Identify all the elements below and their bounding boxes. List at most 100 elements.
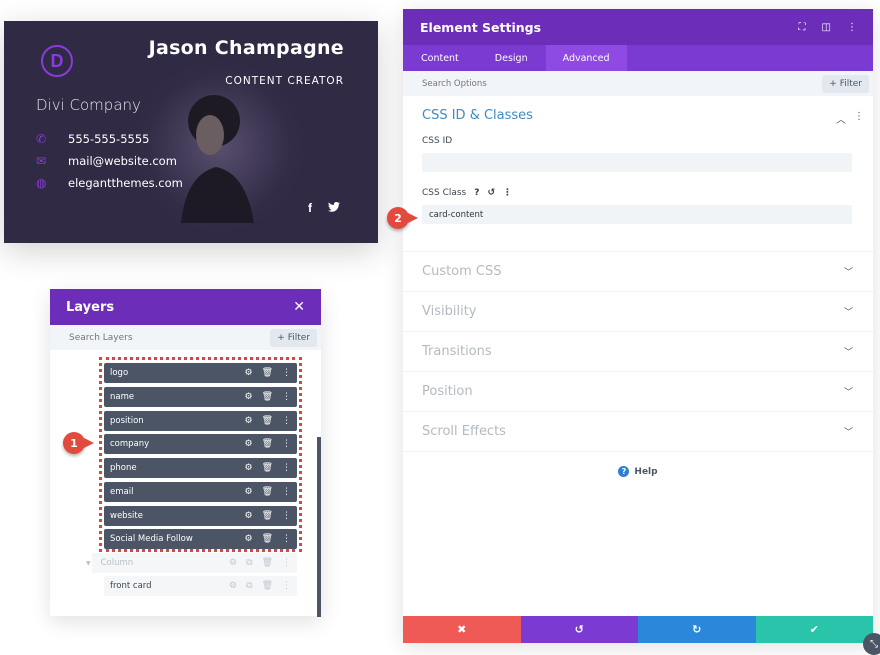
- resize-handle-icon[interactable]: ⤡: [863, 633, 880, 655]
- tab-design[interactable]: Design: [477, 45, 546, 71]
- twitter-icon[interactable]: [328, 201, 340, 215]
- trash-icon[interactable]: 🗑: [262, 416, 273, 426]
- tab-advanced[interactable]: Advanced: [545, 45, 627, 71]
- trash-icon[interactable]: 🗑: [262, 463, 273, 473]
- close-icon[interactable]: ✕: [293, 299, 305, 315]
- layers-title: Layers: [66, 299, 115, 315]
- fullscreen-icon[interactable]: ⛶: [799, 22, 806, 33]
- search-layers-input[interactable]: [69, 332, 229, 343]
- gear-icon[interactable]: ⚙: [244, 463, 252, 473]
- business-card-preview: D Jason Champagne CONTENT CREATOR Divi C…: [4, 21, 378, 243]
- layer-item-logo[interactable]: logo ⚙ 🗑 ⋮: [104, 363, 297, 383]
- layer-item-website[interactable]: website ⚙ 🗑 ⋮: [104, 506, 297, 526]
- layers-panel: Layers ✕ + Filter logo⚙🗑⋮ name⚙🗑⋮ positi…: [50, 289, 321, 617]
- css-id-label: CSS ID: [422, 136, 453, 146]
- profile-photo: [181, 95, 254, 223]
- caret-down-icon[interactable]: ▼: [86, 560, 91, 567]
- gear-icon[interactable]: ⚙: [244, 416, 252, 426]
- social-icons: f: [308, 201, 340, 215]
- divi-logo: D: [41, 45, 73, 77]
- layer-item-column[interactable]: ▼ Column ⚙ ⧉ 🗑 ⋮: [86, 553, 297, 573]
- settings-filter-button[interactable]: + Filter: [822, 74, 869, 93]
- more-icon[interactable]: ⋮: [282, 581, 291, 591]
- globe-icon: ◍: [36, 176, 47, 190]
- help-icon[interactable]: ?: [474, 188, 479, 198]
- more-icon[interactable]: ⋮: [282, 392, 291, 402]
- trash-icon[interactable]: 🗑: [262, 368, 273, 378]
- gear-icon[interactable]: ⚙: [244, 487, 252, 497]
- css-class-label: CSS Class ? ↺ ⋮: [422, 188, 513, 198]
- phone-icon: ✆: [36, 132, 47, 146]
- element-settings-panel: Element Settings ⛶ ◫ ⋮ Content Design Ad…: [403, 9, 873, 643]
- layer-item-social-media-follow[interactable]: Social Media Follow ⚙ 🗑 ⋮: [104, 529, 297, 549]
- gear-icon[interactable]: ⚙: [244, 439, 252, 449]
- layer-item-company[interactable]: company ⚙ 🗑 ⋮: [104, 434, 297, 454]
- help-link[interactable]: ? Help: [403, 466, 873, 477]
- section-custom-css[interactable]: Custom CSS ﹀: [403, 252, 873, 292]
- card-name: Jason Champagne: [148, 37, 344, 59]
- duplicate-icon[interactable]: ⧉: [246, 558, 252, 568]
- chevron-down-icon: ﹀: [843, 428, 853, 438]
- layer-item-position[interactable]: position ⚙ 🗑 ⋮: [104, 411, 297, 431]
- settings-footer: ✖ ↺ ↻ ✔: [403, 616, 873, 643]
- redo-button[interactable]: ↻: [638, 616, 756, 643]
- more-icon[interactable]: ⋮: [503, 188, 512, 198]
- layers-scrollbar[interactable]: [317, 437, 321, 617]
- chevron-down-icon: ﹀: [843, 308, 853, 318]
- section-scroll-effects[interactable]: Scroll Effects ﹀: [403, 412, 873, 452]
- settings-header: Element Settings ⛶ ◫ ⋮: [403, 9, 873, 45]
- gear-icon[interactable]: ⚙: [244, 534, 252, 544]
- trash-icon[interactable]: 🗑: [262, 534, 273, 544]
- trash-icon[interactable]: 🗑: [262, 581, 273, 591]
- section-transitions[interactable]: Transitions ﹀: [403, 332, 873, 372]
- more-icon[interactable]: ⋮: [282, 511, 291, 521]
- chevron-down-icon: ﹀: [843, 348, 853, 358]
- more-icon[interactable]: ⋮: [282, 558, 291, 568]
- more-options-icon[interactable]: ⋮: [847, 22, 857, 33]
- more-icon[interactable]: ⋮: [282, 534, 291, 544]
- tab-content[interactable]: Content: [403, 45, 477, 71]
- envelope-icon: ✉: [36, 154, 47, 168]
- settings-search-bar: + Filter: [403, 71, 873, 96]
- facebook-icon[interactable]: f: [308, 201, 312, 215]
- cancel-button[interactable]: ✖: [403, 616, 521, 643]
- layers-filter-button[interactable]: + Filter: [270, 328, 317, 347]
- section-title[interactable]: CSS ID & Classes: [422, 108, 854, 123]
- trash-icon[interactable]: 🗑: [262, 558, 273, 568]
- sidebar-toggle-icon[interactable]: ◫: [822, 22, 831, 33]
- duplicate-icon[interactable]: ⧉: [246, 581, 252, 591]
- more-icon[interactable]: ⋮: [282, 487, 291, 497]
- reset-icon[interactable]: ↺: [487, 188, 495, 198]
- layer-item-front-card[interactable]: front card ⚙ ⧉ 🗑 ⋮: [104, 576, 297, 596]
- trash-icon[interactable]: 🗑: [262, 392, 273, 402]
- gear-icon[interactable]: ⚙: [244, 511, 252, 521]
- more-icon[interactable]: ⋮: [282, 463, 291, 473]
- chevron-down-icon: ﹀: [843, 268, 853, 278]
- card-website: ◍ elegantthemes.com: [36, 176, 183, 190]
- card-position: CONTENT CREATOR: [225, 75, 344, 87]
- step-badge-2: 2: [387, 207, 418, 229]
- gear-icon[interactable]: ⚙: [229, 558, 237, 568]
- layers-header: Layers ✕: [50, 289, 321, 325]
- css-class-input[interactable]: [422, 205, 852, 224]
- section-visibility[interactable]: Visibility ﹀: [403, 292, 873, 332]
- gear-icon[interactable]: ⚙: [244, 368, 252, 378]
- undo-button[interactable]: ↺: [520, 616, 638, 643]
- more-icon[interactable]: ⋮: [282, 368, 291, 378]
- more-icon[interactable]: ⋮: [854, 111, 864, 126]
- layer-item-name[interactable]: name ⚙ 🗑 ⋮: [104, 387, 297, 407]
- layer-item-phone[interactable]: phone ⚙ 🗑 ⋮: [104, 458, 297, 478]
- chevron-up-icon[interactable]: ︿: [836, 111, 846, 126]
- layer-item-email[interactable]: email ⚙ 🗑 ⋮: [104, 482, 297, 502]
- trash-icon[interactable]: 🗑: [262, 511, 273, 521]
- gear-icon[interactable]: ⚙: [229, 581, 237, 591]
- trash-icon[interactable]: 🗑: [262, 439, 273, 449]
- save-button[interactable]: ✔: [755, 616, 873, 643]
- more-icon[interactable]: ⋮: [282, 416, 291, 426]
- search-options-input[interactable]: [422, 78, 622, 89]
- trash-icon[interactable]: 🗑: [262, 487, 273, 497]
- more-icon[interactable]: ⋮: [282, 439, 291, 449]
- css-id-input[interactable]: [422, 153, 852, 172]
- gear-icon[interactable]: ⚙: [244, 392, 252, 402]
- section-position[interactable]: Position ﹀: [403, 372, 873, 412]
